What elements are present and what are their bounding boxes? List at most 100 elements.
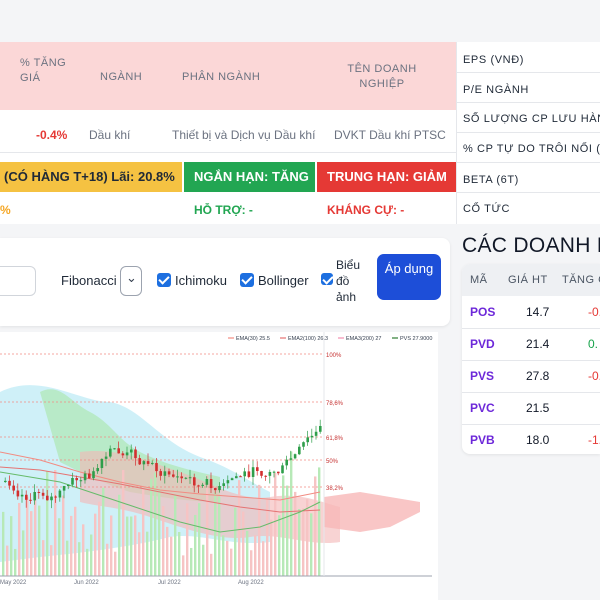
candle-body — [79, 480, 83, 482]
candle-body — [314, 431, 318, 436]
row-divider — [462, 424, 600, 425]
candle-body — [155, 462, 158, 472]
fibonacci-label: 100% — [326, 353, 342, 359]
info-divider — [457, 72, 600, 73]
volume-bar — [74, 506, 77, 576]
row-divider — [462, 392, 600, 393]
header-company-name: TÊN DOANH NGHIỆP — [347, 63, 417, 90]
fibonacci-label: 50% — [326, 459, 339, 465]
chart-type-label: Biểu đồ ảnh — [336, 258, 361, 304]
x-axis-label: May 2022 — [0, 580, 27, 586]
apply-button[interactable]: Áp dụng — [377, 254, 441, 300]
company-price: 21.4 — [526, 337, 550, 351]
volume-bar — [70, 515, 73, 576]
candle-body — [134, 449, 137, 459]
resistance-level: KHÁNG CỰ: - — [327, 203, 405, 217]
volume-bar — [294, 491, 297, 576]
candle-body — [226, 480, 230, 484]
chart-type-checkbox[interactable] — [321, 273, 333, 285]
info-shares-outstanding: SỐ LƯỢNG CP LƯU HÀNH — [463, 113, 600, 125]
volume-bar — [182, 555, 185, 576]
volume-bar — [166, 526, 169, 576]
volume-bar — [134, 515, 137, 576]
x-axis-label: Jun 2022 — [74, 580, 99, 586]
volume-bar — [114, 551, 117, 576]
companies-table: MÃ GIÁ HT TĂNG GIÁ POS14.7-0.PVD21.40.PV… — [462, 264, 600, 454]
fibonacci-label: Fibonacci — [61, 273, 117, 288]
candle-body — [41, 492, 45, 496]
volume-bar — [94, 513, 97, 576]
price-chart-svg: 100% 78,6% 61,8% 50% 38,2% May 2022 Jun 2022 J… — [0, 332, 438, 600]
company-symbol[interactable]: PVD — [470, 337, 495, 351]
volume-bar — [254, 535, 257, 576]
candle-body — [243, 471, 246, 477]
company-symbol[interactable]: PVS — [470, 369, 494, 383]
header-industry: NGÀNH — [100, 71, 143, 83]
volume-bar — [122, 470, 125, 576]
candle-body — [62, 486, 66, 491]
volume-bar — [202, 544, 205, 576]
fibonacci-select[interactable]: ⌄ — [120, 266, 142, 296]
volume-bar — [130, 516, 133, 576]
company-change: -1. — [588, 433, 600, 447]
candle-body — [235, 476, 238, 479]
volume-bar — [158, 488, 161, 576]
price-chart[interactable]: 100% 78,6% 61,8% 50% 38,2% May 2022 Jun 2022 J… — [0, 332, 438, 600]
company-row[interactable]: PVS 27.8 -0. — [462, 360, 600, 392]
x-axis-label: Jul 2022 — [158, 580, 181, 586]
candle-body — [209, 479, 213, 489]
candle-body — [214, 488, 217, 491]
company-symbol[interactable]: POS — [470, 305, 495, 319]
volume-bar — [242, 511, 245, 576]
company-row[interactable]: PVB 18.0 -1. — [462, 424, 600, 454]
short-term-signal: NGẮN HẠN: TĂNG — [184, 162, 315, 192]
candle-body — [37, 491, 41, 493]
companies-title: CÁC DOANH NGHIỆP — [462, 234, 600, 257]
volume-bar — [142, 489, 145, 576]
company-price: 27.8 — [526, 369, 550, 383]
company-price: 14.7 — [526, 305, 550, 319]
candle-body — [239, 476, 242, 478]
candle-body — [306, 437, 309, 443]
volume-bar — [90, 534, 93, 576]
company-symbol[interactable]: PVB — [470, 433, 495, 447]
volume-bar — [42, 540, 45, 576]
header-symbol: MÃ — [470, 274, 488, 286]
candle-body — [172, 474, 175, 477]
candle-body — [197, 485, 200, 487]
candle-body — [251, 467, 255, 477]
companies-header-row: MÃ GIÁ HT TĂNG GIÁ — [462, 264, 600, 296]
volume-bar — [138, 532, 141, 576]
candle-body — [104, 456, 108, 459]
bollinger-checkbox[interactable] — [240, 273, 254, 287]
company-row[interactable]: PVD 21.4 0. — [462, 328, 600, 360]
candle-body — [46, 495, 49, 501]
candle-body — [310, 435, 314, 438]
company-row[interactable]: POS 14.7 -0. — [462, 296, 600, 328]
company-row[interactable]: PVC 21.5 — [462, 392, 600, 424]
volume-bar — [266, 499, 269, 576]
mid-term-signal: TRUNG HẠN: GIẢM — [317, 162, 456, 192]
value-industry: Dầu khí — [89, 128, 131, 142]
volume-bar — [38, 505, 41, 576]
info-divider — [457, 192, 600, 193]
indicator-input[interactable] — [0, 266, 36, 296]
candle-body — [20, 494, 24, 497]
volume-bar — [250, 550, 253, 576]
company-symbol[interactable]: PVC — [470, 401, 495, 415]
ichimoku-checkbox[interactable] — [157, 273, 171, 287]
volume-bar — [210, 553, 213, 576]
volume-bar — [170, 536, 173, 576]
info-free-float: % CP TỰ DO TRÔI NỔI (FREE — [463, 143, 600, 155]
volume-bar — [6, 545, 9, 576]
company-change: -0. — [588, 369, 600, 383]
volume-bar — [150, 478, 153, 576]
volume-bar — [194, 514, 197, 576]
candle-body — [50, 496, 53, 501]
x-axis-label: Aug 2022 — [238, 580, 264, 586]
volume-bar — [154, 472, 157, 576]
candle-body — [8, 480, 11, 486]
volume-bar — [18, 502, 21, 576]
volume-bar — [298, 509, 301, 576]
info-dividend: CỔ TỨC — [463, 203, 511, 215]
